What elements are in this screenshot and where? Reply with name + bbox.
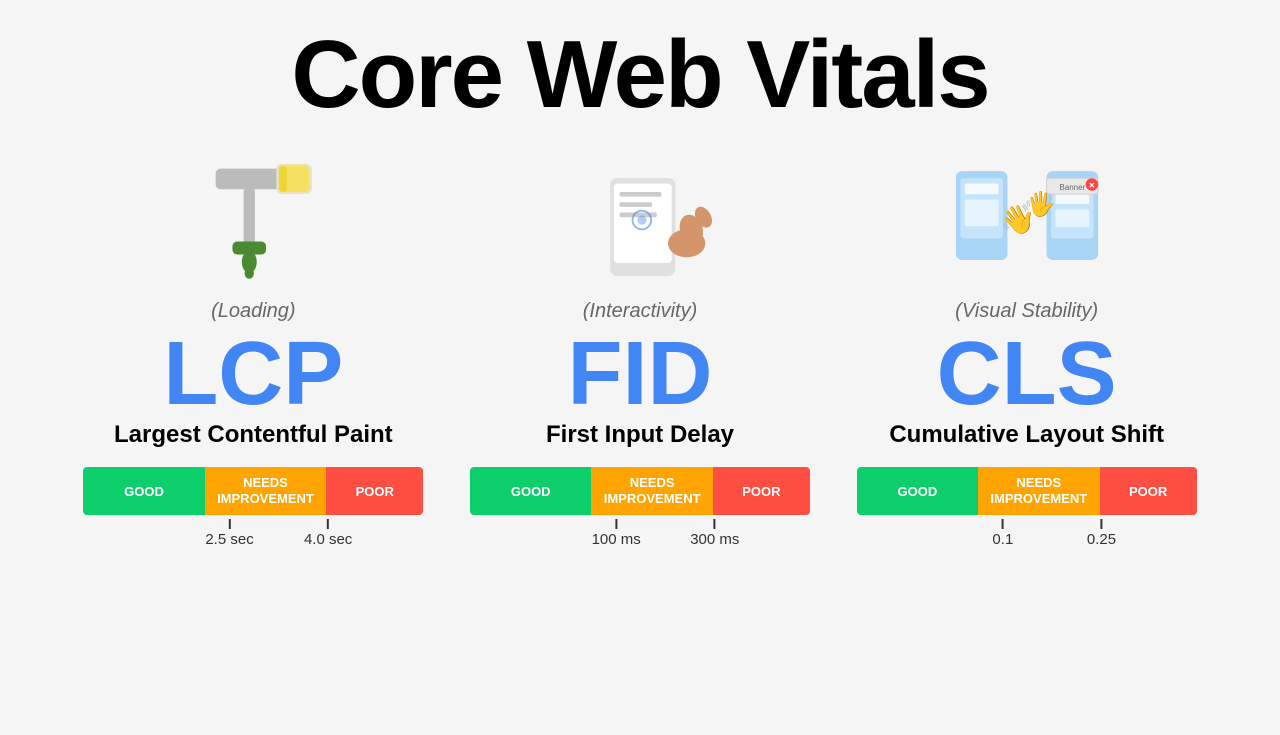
svg-text:✕: ✕ [1088,181,1095,190]
fid-category: (Interactivity) [583,300,697,323]
fid-good: GOOD [470,467,591,515]
cls-marker-2: 0.25 [1087,519,1116,548]
cls-marker-1: 0.1 [992,519,1013,548]
lcp-needs: NEEDSIMPROVEMENT [205,467,326,515]
cls-marker-2-line [1100,519,1102,529]
lcp-marker-1-label: 2.5 sec [205,531,253,548]
paint-roller-icon [173,140,333,300]
fid-marker-1-label: 100 ms [592,531,641,548]
cls-needs: NEEDSIMPROVEMENT [978,467,1099,515]
fid-name: First Input Delay [546,421,734,449]
cls-marker-2-label: 0.25 [1087,531,1116,548]
fid-scale: GOOD NEEDSIMPROVEMENT POOR 100 ms 300 ms [470,467,810,549]
phone-tap-icon [560,140,720,300]
cls-good: GOOD [857,467,978,515]
cls-category: (Visual Stability) [955,300,1098,323]
lcp-scale-bar: GOOD NEEDSIMPROVEMENT POOR [83,467,423,515]
fid-marker-2: 300 ms [690,519,739,548]
cls-marker-1-label: 0.1 [992,531,1013,548]
vital-card-fid: (Interactivity) FID First Input Delay GO… [447,140,834,549]
layout-shift-icon: Banner ✕ 👋 👋 [947,140,1107,300]
fid-markers: 100 ms 300 ms [470,519,810,549]
lcp-marker-2-line [327,519,329,529]
fid-needs: NEEDSIMPROVEMENT [591,467,712,515]
lcp-marker-2: 4.0 sec [304,519,352,548]
fid-marker-1-line [615,519,617,529]
fid-marker-2-label: 300 ms [690,531,739,548]
fid-marker-2-line [714,519,716,529]
lcp-good: GOOD [83,467,204,515]
lcp-poor: POOR [326,467,423,515]
cls-scale: GOOD NEEDSIMPROVEMENT POOR 0.1 0.25 [857,467,1197,549]
cls-poor: POOR [1100,467,1197,515]
fid-poor: POOR [713,467,810,515]
svg-text:Banner: Banner [1059,183,1085,192]
lcp-marker-1: 2.5 sec [205,519,253,548]
lcp-markers: 2.5 sec 4.0 sec [83,519,423,549]
cls-acronym: CLS [937,329,1117,419]
lcp-marker-2-label: 4.0 sec [304,531,352,548]
fid-scale-bar: GOOD NEEDSIMPROVEMENT POOR [470,467,810,515]
page-title: Core Web Vitals [291,20,988,130]
lcp-name: Largest Contentful Paint [114,421,393,449]
cls-markers: 0.1 0.25 [857,519,1197,549]
lcp-acronym: LCP [163,329,343,419]
vital-card-lcp: (Loading) LCP Largest Contentful Paint G… [60,140,447,549]
vitals-container: (Loading) LCP Largest Contentful Paint G… [0,140,1280,549]
cls-marker-1-line [1002,519,1004,529]
lcp-marker-1-line [229,519,231,529]
cls-scale-bar: GOOD NEEDSIMPROVEMENT POOR [857,467,1197,515]
cls-name: Cumulative Layout Shift [889,421,1164,449]
lcp-category: (Loading) [211,300,296,323]
fid-acronym: FID [568,329,713,419]
fid-marker-1: 100 ms [592,519,641,548]
vital-card-cls: Banner ✕ 👋 👋 (Visual Stability) CLS Cumu… [833,140,1220,549]
lcp-scale: GOOD NEEDSIMPROVEMENT POOR 2.5 sec 4.0 s… [83,467,423,549]
